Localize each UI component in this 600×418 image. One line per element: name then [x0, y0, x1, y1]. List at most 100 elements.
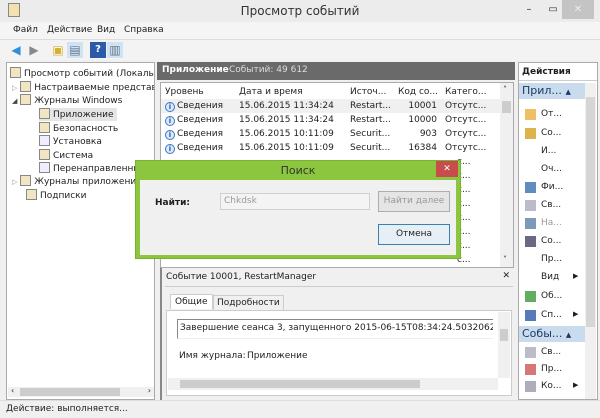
tree-item-application[interactable]: Приложение: [39, 108, 117, 121]
attach-task-icon: [525, 364, 536, 375]
open-icon: [525, 109, 536, 120]
action-label: Со...: [541, 128, 562, 138]
cell-text: 10001: [408, 101, 437, 111]
col-category[interactable]: Катего...: [445, 85, 487, 99]
cell-datetime: 15.06.2015 11:34:24: [239, 113, 334, 127]
actions-pane: Действия Прил... ▲ От... Со... И... Оч... Фи…: [518, 62, 598, 400]
col-level[interactable]: Уровень: [165, 85, 204, 99]
folder-icon: [20, 175, 32, 186]
log-name-value: Приложение: [247, 351, 308, 361]
expand-icon[interactable]: ▷: [12, 178, 17, 186]
collapse-icon[interactable]: ▲: [565, 88, 570, 96]
col-source[interactable]: Источ...: [350, 85, 386, 99]
menu-bar: Файл Действие Вид Справка: [0, 22, 600, 40]
table-row[interactable]: i Сведения 15.06.2015 10:11:09 Securit... 16…: [161, 141, 501, 155]
close-detail-button[interactable]: ✕: [502, 271, 510, 281]
action-item[interactable]: Об...: [519, 290, 585, 305]
cell-text: 15.06.2015 11:34:24: [239, 101, 334, 111]
folder-icon: [20, 94, 32, 105]
menu-help[interactable]: Справка: [124, 25, 164, 35]
tree-root[interactable]: Просмотр событий (Локальный): [10, 67, 154, 80]
save-icon: [525, 236, 536, 247]
event-count: Событий: 49 612: [229, 65, 308, 75]
cell-source: Restart...: [350, 113, 391, 127]
help-icon[interactable]: ?: [90, 42, 106, 58]
action-item[interactable]: На...: [519, 217, 585, 232]
table-row[interactable]: i Сведения 15.06.2015 10:11:09 Securit... 90…: [161, 127, 501, 141]
action-item[interactable]: Св...: [519, 346, 585, 361]
back-icon[interactable]: ◀: [8, 42, 24, 58]
log-icon: [39, 122, 50, 133]
action-item[interactable]: Со...: [519, 127, 585, 142]
tree-item-custom-views[interactable]: ▷ Настраиваемые представления: [12, 81, 154, 94]
collapse-icon[interactable]: ▲: [566, 331, 571, 339]
actions-section-application[interactable]: Прил... ▲: [519, 83, 585, 99]
close-button[interactable]: ✕: [562, 0, 594, 19]
cancel-button[interactable]: Отмена: [378, 224, 450, 245]
section-label: Прил...: [522, 84, 562, 97]
tree-item-subscriptions[interactable]: Подписки: [26, 189, 86, 202]
find-next-button[interactable]: Найти далее: [378, 191, 450, 212]
detail-vertical-scrollbar[interactable]: [498, 312, 510, 378]
dialog-close-button[interactable]: ✕: [436, 161, 458, 177]
action-item[interactable]: Ко... ▶: [519, 380, 585, 395]
action-item[interactable]: Сп... ▶: [519, 309, 585, 324]
tree-item-windows-logs[interactable]: ◢ Журналы Windows: [12, 94, 154, 107]
action-label: Св...: [541, 200, 562, 210]
col-datetime[interactable]: Дата и время: [239, 85, 303, 99]
show-tree-icon[interactable]: ▤: [67, 42, 83, 58]
find-input[interactable]: Chkdsk: [220, 193, 370, 210]
tree-horizontal-scrollbar[interactable]: ‹ ›: [8, 386, 154, 397]
table-vertical-scrollbar[interactable]: ˄ ˅: [500, 83, 513, 267]
info-icon: i: [165, 116, 175, 126]
actions-scrollbar[interactable]: [585, 83, 596, 399]
col-event-id[interactable]: Код со...: [398, 85, 438, 99]
cell-text: Сведения: [177, 115, 224, 125]
table-row[interactable]: i Сведения 15.06.2015 11:34:24 Restart... 10…: [161, 113, 501, 127]
actions-section-event[interactable]: Собы... ▲: [519, 326, 585, 342]
action-label: Об...: [541, 291, 563, 301]
tree-item-app-logs[interactable]: ▷ Журналы приложений и служб: [12, 175, 154, 188]
forward-icon[interactable]: ▶: [26, 42, 42, 58]
info-icon: i: [165, 130, 175, 140]
action-item[interactable]: И...: [519, 145, 585, 160]
find-dialog: Поиск ✕ Найти: Chkdsk Найти далее Отмена: [135, 160, 461, 259]
detail-horizontal-scrollbar[interactable]: [168, 378, 498, 390]
submenu-arrow-icon: ▶: [573, 310, 579, 318]
find-label: Найти:: [155, 198, 191, 208]
menu-action[interactable]: Действие: [47, 25, 92, 35]
toolbar: ◀ ▶ ▣ ▤ ? ▥: [0, 40, 600, 60]
expand-icon[interactable]: ▷: [12, 84, 17, 92]
action-item[interactable]: Св...: [519, 199, 585, 214]
menu-view[interactable]: Вид: [97, 25, 115, 35]
action-item[interactable]: Оч...: [519, 163, 585, 178]
action-item[interactable]: Фи...: [519, 181, 585, 196]
show-actions-icon[interactable]: ▥: [107, 42, 123, 58]
action-item[interactable]: От...: [519, 108, 585, 123]
tree-item-system[interactable]: Система: [39, 149, 93, 162]
tree-item-setup[interactable]: Установка: [39, 135, 102, 148]
menu-file[interactable]: Файл: [13, 25, 38, 35]
event-detail-title: Событие 10001, RestartManager: [166, 272, 317, 282]
cell-level: iСведения: [165, 141, 223, 155]
cell-datetime: 15.06.2015 10:11:09: [239, 141, 334, 155]
help-icon: [525, 310, 536, 321]
action-item[interactable]: Вид ▶: [519, 271, 585, 286]
action-label: Ко...: [541, 381, 562, 391]
collapse-icon[interactable]: ◢: [12, 97, 17, 105]
cell-text: 903: [419, 129, 437, 139]
table-row[interactable]: i Сведения 15.06.2015 11:34:24 Restart... 10…: [161, 99, 501, 113]
cell-text: Отсутс...: [445, 129, 487, 139]
action-label: Со...: [541, 236, 562, 246]
action-item[interactable]: Со...: [519, 235, 585, 250]
log-name-label: Имя журнала:: [179, 351, 246, 361]
folder-up-icon[interactable]: ▣: [50, 42, 66, 58]
action-item[interactable]: Пр...: [519, 363, 585, 378]
tab-general[interactable]: Общие: [170, 294, 213, 309]
action-item[interactable]: Пр...: [519, 253, 585, 268]
minimize-button[interactable]: –: [516, 0, 542, 19]
tab-details[interactable]: Подробности: [213, 295, 284, 311]
tree-item-security[interactable]: Безопасность: [39, 122, 118, 135]
info-icon: i: [165, 102, 175, 112]
action-label: Пр...: [541, 254, 563, 264]
